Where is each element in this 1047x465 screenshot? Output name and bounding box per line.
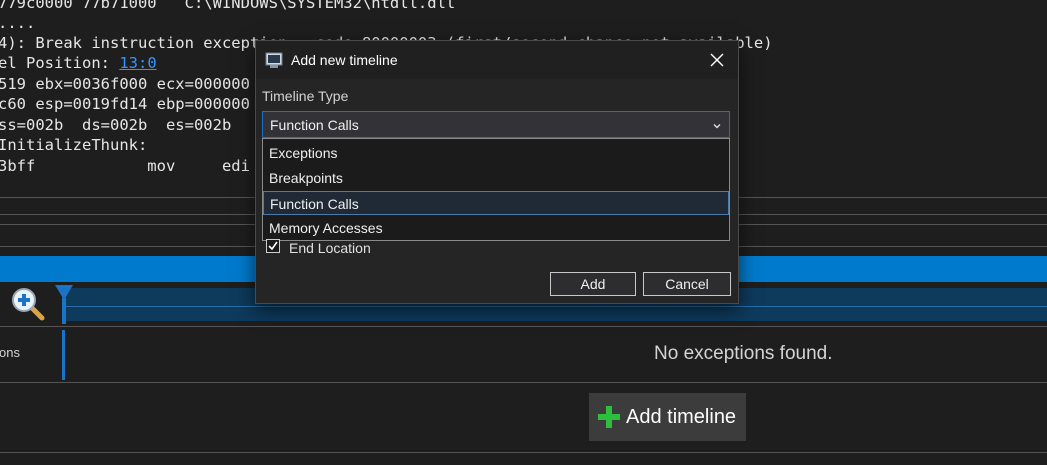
app-icon (265, 51, 283, 69)
option-label: Breakpoints (269, 170, 343, 186)
output-line: 779c0000 77b71000 C:\WINDOWS\SYSTEM32\nt… (0, 0, 456, 12)
output-line: 3bff mov edi (0, 157, 250, 175)
position-line: el Position: 13:0 (0, 53, 157, 73)
timeline-row-label: ons (0, 345, 20, 360)
timeline-position-line (62, 330, 65, 380)
timeline-type-value: Function Calls (270, 117, 359, 133)
timeline-type-options: Exceptions Breakpoints Function Calls Me… (262, 138, 730, 241)
plus-icon (598, 406, 620, 428)
option-exceptions[interactable]: Exceptions (263, 141, 729, 165)
output-line: .... (0, 14, 36, 32)
divider (0, 452, 1047, 453)
add-timeline-label: Add timeline (626, 405, 737, 428)
divider (0, 382, 1047, 383)
zoom-in-icon[interactable] (10, 286, 46, 322)
option-label: Function Calls (270, 196, 359, 212)
position-marker-icon[interactable] (54, 284, 74, 324)
add-button[interactable]: Add (550, 272, 636, 296)
option-memory-accesses[interactable]: Memory Accesses (263, 216, 729, 240)
option-function-calls[interactable]: Function Calls (263, 191, 729, 215)
cancel-button[interactable]: Cancel (643, 272, 731, 296)
option-breakpoints[interactable]: Breakpoints (263, 166, 729, 190)
option-label: Exceptions (269, 145, 338, 161)
checkmark-icon (268, 241, 278, 251)
dialog-titlebar[interactable]: Add new timeline (256, 41, 738, 79)
timeline-type-select[interactable]: Function Calls (262, 111, 730, 138)
timeline-type-label: Timeline Type (262, 88, 349, 104)
dialog-title: Add new timeline (291, 52, 398, 68)
add-timeline-button[interactable]: Add timeline (589, 393, 746, 441)
output-line: 519 ebx=0036f000 ecx=000000 (0, 75, 250, 93)
option-label: Memory Accesses (269, 220, 383, 236)
position-link[interactable]: 13:0 (119, 54, 156, 72)
add-timeline-dialog: Add new timeline Timeline Type Function … (255, 40, 739, 304)
output-line: c60 esp=0019fd14 ebp=000000 (0, 95, 250, 113)
end-location-checkbox[interactable] (266, 239, 280, 253)
chevron-down-icon (711, 119, 723, 131)
output-line: ss=002b ds=002b es=002b (0, 116, 232, 134)
end-location-label: End Location (289, 240, 371, 256)
divider (0, 326, 1047, 327)
empty-message: No exceptions found. (654, 343, 833, 364)
close-icon[interactable] (704, 47, 730, 73)
timeline-ruler-track (62, 306, 1047, 307)
position-prefix: el Position: (0, 54, 120, 72)
output-line: InitializeThunk: (0, 136, 148, 154)
